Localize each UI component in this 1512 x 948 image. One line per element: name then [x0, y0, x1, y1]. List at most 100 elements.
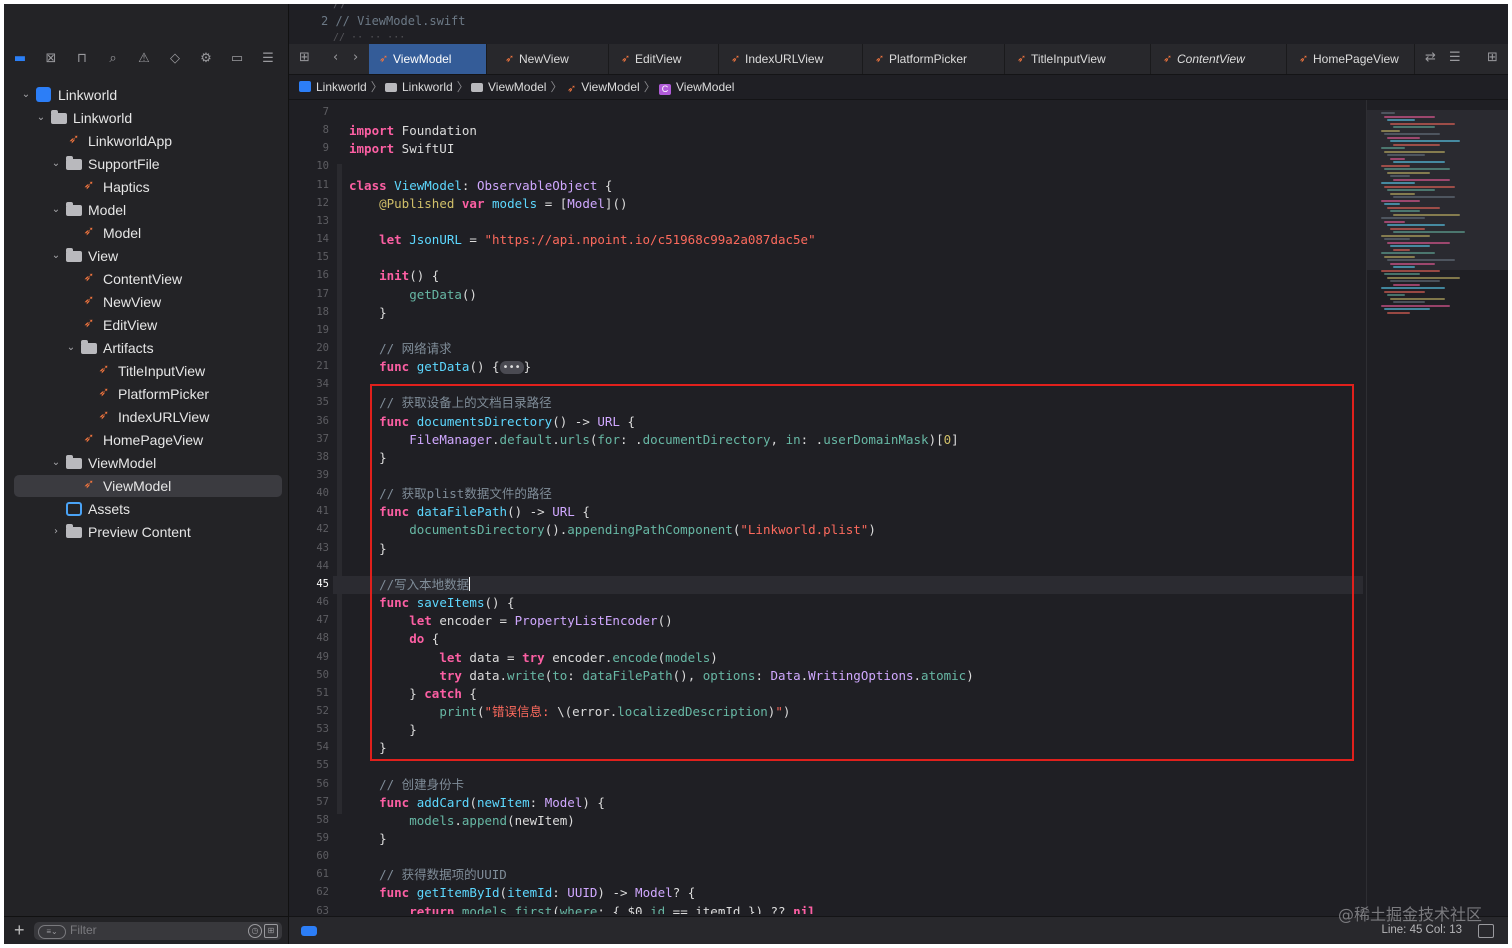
chevron-down-icon[interactable]: ⌄: [50, 245, 62, 267]
swap-icon[interactable]: ⇄: [1425, 50, 1436, 65]
code-line[interactable]: try data.write(to: dataFilePath(), optio…: [349, 667, 973, 685]
code-line[interactable]: init() {: [349, 267, 439, 285]
chevron-right-icon[interactable]: ›: [50, 521, 62, 543]
breadcrumb-item[interactable]: ➶ ViewModel 〉: [567, 75, 660, 101]
test-icon[interactable]: ◇: [165, 49, 185, 69]
code-line[interactable]: let JsonURL = "https://api.npoint.io/c51…: [349, 231, 816, 249]
tab-newview[interactable]: ➶ NewView: [495, 44, 609, 74]
code-line[interactable]: //写入本地数据: [349, 576, 471, 594]
back-icon[interactable]: ‹: [333, 50, 338, 65]
tab-homepageview[interactable]: ➶ HomePageView: [1289, 44, 1415, 74]
tree-item[interactable]: ➶ Haptics: [14, 176, 282, 198]
filter-options-icon[interactable]: ≡⌄: [38, 925, 66, 939]
code-line[interactable]: func saveItems() {: [349, 594, 514, 612]
code-line[interactable]: // 获取plist数据文件的路径: [349, 485, 552, 503]
tree-item[interactable]: ⌄ ViewModel: [14, 452, 282, 474]
code-line[interactable]: func addCard(newItem: Model) {: [349, 794, 605, 812]
breadcrumb-item[interactable]: ViewModel 〉: [471, 75, 567, 99]
add-editor-icon[interactable]: ⊞: [1487, 50, 1498, 65]
chevron-down-icon[interactable]: ⌄: [50, 452, 62, 474]
tab-contentview[interactable]: ➶ ContentView: [1153, 44, 1287, 74]
tree-item[interactable]: ➶ Model: [14, 222, 282, 244]
code-line[interactable]: func getItemById(itemId: UUID) -> Model?…: [349, 884, 695, 902]
tree-item[interactable]: ➶ ViewModel: [14, 475, 282, 497]
chevron-down-icon[interactable]: ⌄: [50, 199, 62, 221]
panel-toggle-icon[interactable]: [1478, 924, 1494, 938]
code-line[interactable]: // 获得数据项的UUID: [349, 866, 507, 884]
code-line[interactable]: }: [349, 304, 387, 322]
debug-area-toggle[interactable]: [301, 926, 317, 936]
issue-icon[interactable]: ⚠: [134, 49, 154, 69]
code-line[interactable]: // 创建身份卡: [349, 776, 464, 794]
inspector-toggle-icon[interactable]: ☰: [1449, 50, 1461, 65]
tree-item[interactable]: ➶ IndexURLView: [14, 406, 282, 428]
tab-editview[interactable]: ➶ EditView: [611, 44, 719, 74]
code-line[interactable]: let data = try encoder.encode(models): [349, 649, 717, 667]
tree-item[interactable]: ⌄ Artifacts: [14, 337, 282, 359]
search-icon[interactable]: ⌕: [103, 49, 123, 69]
tree-item[interactable]: › Preview Content: [14, 521, 282, 543]
code-line[interactable]: } catch {: [349, 685, 477, 703]
tree-item[interactable]: ⌄ View: [14, 245, 282, 267]
code-line[interactable]: class ViewModel: ObservableObject {: [349, 177, 612, 195]
breadcrumb-item[interactable]: C ViewModel: [659, 75, 734, 99]
code-line[interactable]: // 网络请求: [349, 340, 452, 358]
code-line[interactable]: }: [349, 540, 387, 558]
code-line[interactable]: let encoder = PropertyListEncoder(): [349, 612, 672, 630]
chevron-down-icon[interactable]: ⌄: [35, 107, 47, 129]
breakpoint-icon[interactable]: ▭: [227, 49, 247, 69]
source-control-icon[interactable]: ⊠: [41, 49, 61, 69]
tree-item[interactable]: ➶ ContentView: [14, 268, 282, 290]
source-control-filter-icon[interactable]: ⊞: [264, 924, 278, 938]
tree-item[interactable]: ➶ NewView: [14, 291, 282, 313]
minimap[interactable]: [1366, 100, 1508, 914]
breadcrumb-item[interactable]: Linkworld 〉: [385, 75, 473, 99]
code-line[interactable]: documentsDirectory().appendingPathCompon…: [349, 521, 876, 539]
code-line[interactable]: import Foundation: [349, 122, 477, 140]
add-icon[interactable]: +: [14, 920, 25, 941]
tree-item[interactable]: ➶ TitleInputView: [14, 360, 282, 382]
code-line[interactable]: print("错误信息: \(error.localizedDescriptio…: [349, 703, 790, 721]
tree-item[interactable]: ⌄ Linkworld: [14, 107, 282, 129]
chevron-down-icon[interactable]: ⌄: [20, 84, 32, 106]
tree-item[interactable]: ➶ EditView: [14, 314, 282, 336]
debug-icon[interactable]: ⚙: [196, 49, 216, 69]
grid-icon[interactable]: ⊞: [299, 50, 310, 65]
symbol-navigator-icon[interactable]: ⊓: [72, 49, 92, 69]
tree-item[interactable]: ⌄ Linkworld: [14, 84, 282, 106]
tab-platformpicker[interactable]: ➶ PlatformPicker: [865, 44, 1005, 74]
tree-item[interactable]: ➶ HomePageView: [14, 429, 282, 451]
code-line[interactable]: import SwiftUI: [349, 140, 454, 158]
code-line[interactable]: func dataFilePath() -> URL {: [349, 503, 590, 521]
tree-item[interactable]: ⌄ Model: [14, 199, 282, 221]
report-icon[interactable]: ☰: [258, 49, 278, 69]
forward-icon[interactable]: ›: [353, 50, 358, 65]
code-line[interactable]: func documentsDirectory() -> URL {: [349, 413, 635, 431]
code-line[interactable]: return models.first(where: { $0.id == it…: [349, 903, 815, 914]
code-line[interactable]: do {: [349, 630, 439, 648]
source-code[interactable]: import Foundation import SwiftUI class Vie…: [289, 100, 1363, 914]
code-line[interactable]: }: [349, 739, 387, 757]
tree-item[interactable]: ➶ PlatformPicker: [14, 383, 282, 405]
filter-input[interactable]: ≡⌄ Filter ◷ ⊞: [34, 922, 282, 940]
code-line[interactable]: }: [349, 449, 387, 467]
chevron-down-icon[interactable]: ⌄: [50, 153, 62, 175]
code-line[interactable]: func getData() {•••}: [349, 358, 531, 376]
tree-item[interactable]: ⌄ SupportFile: [14, 153, 282, 175]
recent-files-icon[interactable]: ◷: [248, 924, 262, 938]
project-navigator-icon[interactable]: ▬: [10, 49, 30, 69]
code-line[interactable]: FileManager.default.urls(for: .documentD…: [349, 431, 958, 449]
tree-item[interactable]: ➶ LinkworldApp: [14, 130, 282, 152]
chevron-down-icon[interactable]: ⌄: [65, 337, 77, 359]
breadcrumb-item[interactable]: Linkworld 〉: [299, 75, 387, 99]
code-line[interactable]: // 获取设备上的文档目录路径: [349, 394, 552, 412]
tab-titleinputview[interactable]: ➶ TitleInputView: [1007, 44, 1151, 74]
tab-indexurlview[interactable]: ➶ IndexURLView: [721, 44, 863, 74]
code-line[interactable]: }: [349, 830, 387, 848]
code-line[interactable]: getData(): [349, 286, 477, 304]
tab-viewmodel[interactable]: ➶ ViewModel: [369, 44, 487, 74]
code-line[interactable]: models.append(newItem): [349, 812, 575, 830]
code-line[interactable]: @Published var models = [Model](): [349, 195, 627, 213]
tree-item[interactable]: Assets: [14, 498, 282, 520]
code-line[interactable]: }: [349, 721, 417, 739]
